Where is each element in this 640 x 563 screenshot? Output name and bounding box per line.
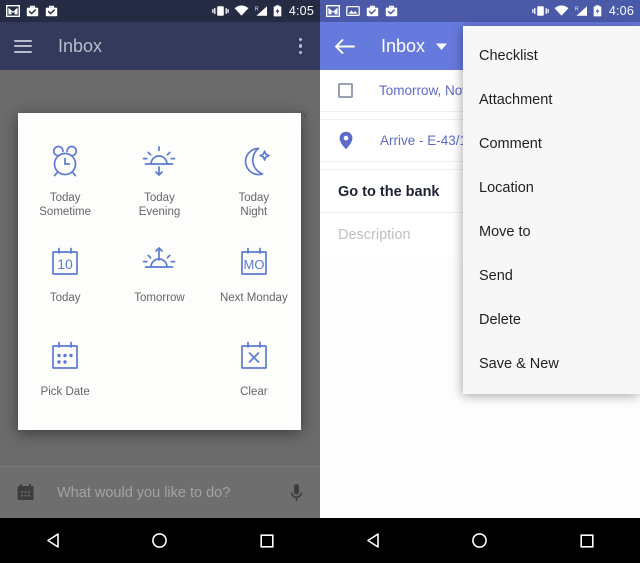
date-option-empty: [112, 325, 206, 413]
status-system-icons: R 4:06: [532, 4, 634, 18]
quick-add-placeholder: What would you like to do?: [57, 484, 231, 501]
signal-roaming-icon: R: [575, 6, 587, 16]
status-bar-left: R 4:05: [0, 0, 320, 22]
signal-roaming-icon: R: [255, 6, 267, 16]
date-option-pick-date[interactable]: Pick Date: [18, 325, 112, 413]
wifi-icon: [554, 5, 569, 16]
date-option-label: Clear: [240, 385, 268, 398]
alarm-clock-icon: [46, 141, 84, 183]
overflow-menu-icon[interactable]: [295, 32, 307, 61]
date-option-label: Tomorrow: [134, 291, 185, 304]
status-notification-icons: [326, 5, 398, 17]
date-option-grid: Today Sometime Today Evening Today Night…: [18, 131, 301, 413]
calendar-10-icon: 10: [46, 241, 84, 283]
date-option-label: Today: [49, 291, 81, 304]
nav-recents-button[interactable]: [559, 518, 615, 563]
date-option-tomorrow[interactable]: Tomorrow: [112, 231, 206, 319]
svg-text:MO: MO: [243, 257, 264, 272]
right-screen: R 4:06 Inbox Tomorrow, Nov 1 Arrive - E-…: [320, 0, 640, 563]
status-time: 4:05: [288, 4, 314, 18]
menu-item-delete[interactable]: Delete: [463, 298, 640, 342]
date-option-label: Today Evening: [138, 191, 181, 218]
date-option-label: Pick Date: [40, 385, 90, 398]
date-picker-dialog: Today Sometime Today Evening Today Night…: [18, 113, 301, 430]
hamburger-icon[interactable]: [14, 39, 32, 53]
image-icon: [346, 5, 360, 17]
location-pin-icon: [339, 131, 353, 150]
app-bar-title: Inbox: [58, 35, 103, 56]
briefcase-check-icon: [385, 5, 398, 17]
date-option-label: Next Monday: [219, 291, 288, 304]
menu-item-checklist[interactable]: Checklist: [463, 34, 640, 78]
svg-text:10: 10: [57, 256, 73, 272]
svg-text:R: R: [575, 7, 579, 13]
recents-square-icon: [580, 533, 594, 548]
status-bar-right: R 4:06: [320, 0, 640, 22]
overflow-menu: Checklist Attachment Comment Location Mo…: [463, 26, 640, 394]
nav-back-button[interactable]: [25, 518, 81, 563]
date-option-clear[interactable]: Clear: [207, 325, 301, 413]
nav-back-button[interactable]: [345, 518, 401, 563]
back-arrow-icon[interactable]: [334, 38, 355, 55]
status-notification-icons: [6, 5, 58, 17]
menu-item-send[interactable]: Send: [463, 254, 640, 298]
back-triangle-icon: [47, 533, 59, 548]
menu-item-comment[interactable]: Comment: [463, 122, 640, 166]
wifi-icon: [234, 5, 249, 16]
app-bar-left: Inbox: [0, 22, 320, 70]
battery-charging-icon: [593, 5, 602, 17]
battery-charging-icon: [273, 5, 282, 17]
svg-text:R: R: [255, 7, 259, 13]
back-triangle-icon: [367, 533, 379, 548]
moon-star-icon: [235, 141, 273, 183]
briefcase-check-icon: [26, 5, 39, 17]
home-circle-icon: [152, 533, 168, 548]
microphone-icon[interactable]: [289, 483, 304, 503]
status-system-icons: R 4:05: [212, 4, 314, 18]
menu-item-attachment[interactable]: Attachment: [463, 78, 640, 122]
date-option-today-night[interactable]: Today Night: [207, 131, 301, 225]
briefcase-check-icon: [366, 5, 379, 17]
menu-item-location[interactable]: Location: [463, 166, 640, 210]
menu-item-move-to[interactable]: Move to: [463, 210, 640, 254]
date-option-today[interactable]: 10 Today: [18, 231, 112, 319]
app-bar-title: Inbox: [381, 35, 426, 56]
date-option-next-monday[interactable]: MO Next Monday: [207, 231, 301, 319]
gmail-icon: [326, 5, 340, 17]
date-option-today-sometime[interactable]: Today Sometime: [18, 131, 112, 225]
android-nav-bar-left: [0, 518, 320, 563]
home-circle-icon: [472, 533, 488, 548]
date-option-label: Today Night: [238, 191, 270, 218]
recents-square-icon: [260, 533, 274, 548]
due-date-checkbox[interactable]: [338, 83, 353, 98]
scrim-overlay[interactable]: w Today Sometime Today Evening Today Nig…: [0, 70, 320, 518]
chevron-down-icon[interactable]: [435, 42, 448, 51]
calendar-mo-icon: MO: [235, 241, 273, 283]
gmail-icon: [6, 5, 20, 17]
left-screen: R 4:05 Inbox Get groceries: [0, 0, 320, 563]
vibrate-icon: [212, 6, 229, 16]
date-option-today-evening[interactable]: Today Evening: [112, 131, 206, 225]
sunset-icon: [140, 141, 178, 183]
nav-home-button[interactable]: [452, 518, 508, 563]
vibrate-icon: [532, 6, 549, 16]
quick-add-bar[interactable]: What would you like to do?: [0, 466, 320, 518]
calendar-icon[interactable]: [16, 483, 35, 502]
sunrise-icon: [140, 241, 178, 283]
date-option-label: Today Sometime: [39, 191, 92, 218]
status-time: 4:06: [608, 4, 634, 18]
nav-recents-button[interactable]: [239, 518, 295, 563]
calendar-dots-icon: [46, 335, 84, 377]
calendar-x-icon: [235, 335, 273, 377]
android-nav-bar-right: [320, 518, 640, 563]
menu-item-save-and-new[interactable]: Save & New: [463, 342, 640, 386]
dual-screenshot: R 4:05 Inbox Get groceries: [0, 0, 640, 563]
briefcase-check-icon: [45, 5, 58, 17]
nav-home-button[interactable]: [132, 518, 188, 563]
